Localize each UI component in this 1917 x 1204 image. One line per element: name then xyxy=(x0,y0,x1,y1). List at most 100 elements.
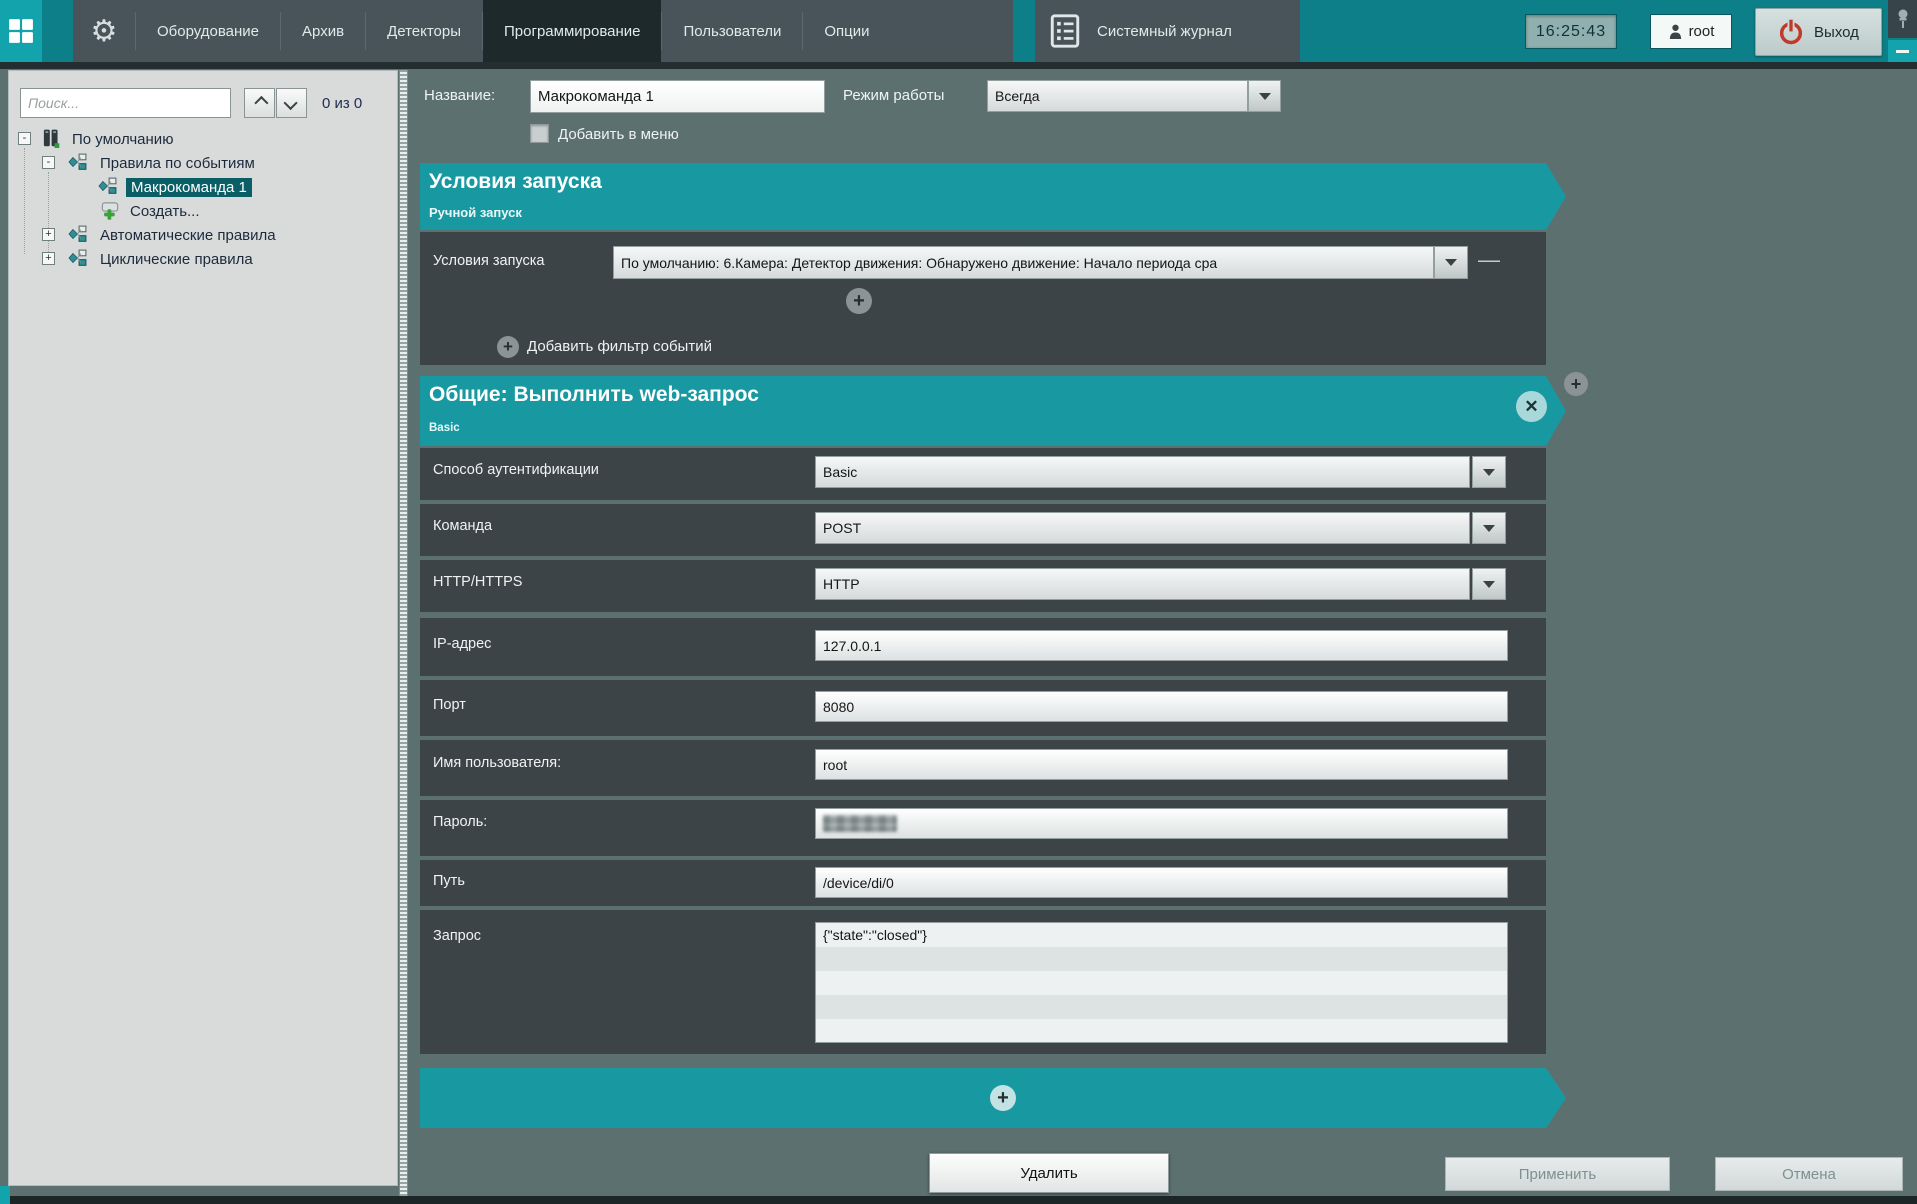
collapse-toggle[interactable]: - xyxy=(42,156,55,169)
password-field[interactable] xyxy=(815,808,1508,839)
add-to-menu-checkbox[interactable] xyxy=(530,124,549,143)
field-label: Способ аутентификации xyxy=(433,462,599,478)
apply-button[interactable]: Применить xyxy=(1445,1157,1670,1191)
field-input[interactable]: /device/di/0 xyxy=(815,867,1508,898)
tree-item-label[interactable]: Автоматические правила xyxy=(100,227,276,244)
work-mode-select[interactable]: Всегда xyxy=(987,80,1248,112)
collapse-panel-button[interactable] xyxy=(1888,40,1917,62)
tree-item-2[interactable]: Правила по событиям xyxy=(100,152,255,174)
tree-item-label[interactable]: Циклические правила xyxy=(100,251,253,268)
tree-guide-line xyxy=(24,148,25,254)
dropdown-arrow-icon xyxy=(1445,259,1457,266)
field-textarea[interactable]: {"state":"closed"} xyxy=(815,922,1508,1043)
tab-2[interactable]: Архив xyxy=(281,0,365,62)
settings-gear-button[interactable]: ⚙ xyxy=(73,0,135,62)
current-user-button[interactable]: root xyxy=(1650,14,1732,49)
launch-conditions-header: Условия запуска Ручной запуск xyxy=(420,163,1566,230)
expand-toggle[interactable]: + xyxy=(42,252,55,265)
form-row-7: Пароль: xyxy=(420,800,1546,856)
form-row-8: Путь/device/di/0 xyxy=(420,860,1546,906)
password-value-redacted xyxy=(823,815,897,832)
system-journal-label: Системный журнал xyxy=(1097,23,1232,40)
launch-conditions-subtitle: Ручной запуск xyxy=(429,205,522,220)
add-event-filter-plus-button[interactable]: + xyxy=(497,336,519,358)
tree-item-6[interactable]: Циклические правила xyxy=(100,248,253,270)
application-window: ⚙ ОборудованиеАрхивДетекторыПрограммиров… xyxy=(0,0,1917,1204)
tree-item-label[interactable]: По умолчанию xyxy=(72,131,173,148)
field-select[interactable]: POST xyxy=(815,512,1470,544)
minus-icon xyxy=(1896,50,1909,53)
tree-item-label[interactable]: Правила по событиям xyxy=(100,155,255,172)
apply-label: Применить xyxy=(1519,1166,1597,1183)
field-input[interactable]: 127.0.0.1 xyxy=(815,630,1508,661)
field-dropdown-button[interactable] xyxy=(1472,512,1506,544)
collapse-toggle[interactable]: - xyxy=(18,132,31,145)
user-icon xyxy=(1668,23,1683,40)
field-dropdown-button[interactable] xyxy=(1472,568,1506,600)
search-result-counter: 0 из 0 xyxy=(322,95,362,112)
journal-icon xyxy=(1049,14,1081,48)
server-icon xyxy=(40,129,62,153)
tab-1[interactable]: Оборудование xyxy=(136,0,280,62)
search-prev-button[interactable] xyxy=(244,88,275,118)
tree-item-3[interactable]: Макрокоманда 1 xyxy=(126,176,252,198)
tab-6[interactable]: Опции xyxy=(803,0,890,62)
launch-conditions-body: Условия запуска По умолчанию: 6.Камера: … xyxy=(420,232,1546,365)
field-value: {"state":"closed"} xyxy=(823,927,927,943)
add-action-block-button[interactable]: + xyxy=(1564,372,1588,396)
action-title: Общие: Выполнить web-запрос xyxy=(429,383,759,407)
cancel-label: Отмена xyxy=(1782,1166,1836,1183)
tree-item-label[interactable]: Создать... xyxy=(130,203,200,220)
launch-condition-select[interactable]: По умолчанию: 6.Камера: Детектор движени… xyxy=(613,246,1434,279)
expand-toggle[interactable]: + xyxy=(42,228,55,241)
logout-button[interactable]: Выход xyxy=(1755,8,1882,56)
system-journal-button[interactable]: Системный журнал xyxy=(1035,0,1300,62)
tree-item-5[interactable]: Автоматические правила xyxy=(100,224,276,246)
tree-item-4[interactable]: Создать... xyxy=(130,200,200,222)
field-label: Команда xyxy=(433,518,492,534)
bottom-left-accent xyxy=(0,1186,10,1204)
field-label: Имя пользователя: xyxy=(433,755,561,771)
current-user-name: root xyxy=(1689,23,1715,40)
field-dropdown-button[interactable] xyxy=(1472,456,1506,488)
tree-item-label[interactable]: Макрокоманда 1 xyxy=(126,178,252,197)
field-input[interactable]: 8080 xyxy=(815,691,1508,722)
add-event-filter-label[interactable]: Добавить фильтр событий xyxy=(527,338,712,355)
work-mode-label: Режим работы xyxy=(843,87,944,104)
remove-condition-button[interactable]: — xyxy=(1478,250,1500,270)
cancel-button[interactable]: Отмена xyxy=(1715,1157,1903,1191)
app-menu-button[interactable] xyxy=(0,0,42,62)
work-mode-dropdown-button[interactable] xyxy=(1248,80,1281,112)
close-action-button[interactable]: ✕ xyxy=(1516,391,1547,422)
add-condition-button[interactable]: + xyxy=(846,288,872,314)
form-row-4: IP-адрес127.0.0.1 xyxy=(420,618,1546,676)
search-input[interactable]: Поиск... xyxy=(20,88,231,118)
pin-panel-button[interactable] xyxy=(1888,0,1917,38)
field-select[interactable]: HTTP xyxy=(815,568,1470,600)
field-value: /device/di/0 xyxy=(823,875,894,891)
tab-4[interactable]: Программирование xyxy=(483,0,661,62)
delete-label: Удалить xyxy=(1020,1165,1077,1182)
form-row-1: Способ аутентификации Basic xyxy=(420,448,1546,500)
add-action-button[interactable]: + xyxy=(990,1085,1016,1111)
field-label: HTTP/HTTPS xyxy=(433,574,522,590)
tab-3[interactable]: Детекторы xyxy=(366,0,482,62)
topbar-shadow-strip xyxy=(0,62,1917,69)
pin-icon xyxy=(1896,8,1910,30)
tab-strip: ОборудованиеАрхивДетекторыПрограммирован… xyxy=(136,0,891,62)
field-input[interactable]: root xyxy=(815,749,1508,780)
tab-5[interactable]: Пользователи xyxy=(662,0,802,62)
clock-value: 16:25:43 xyxy=(1536,23,1606,41)
field-value: Basic xyxy=(823,464,857,480)
field-select[interactable]: Basic xyxy=(815,456,1470,488)
macro-name-input[interactable]: Макрокоманда 1 xyxy=(530,80,825,113)
panel-splitter-handle[interactable] xyxy=(399,70,408,1196)
rule-icon xyxy=(68,225,88,248)
launch-condition-dropdown-button[interactable] xyxy=(1434,246,1468,279)
launch-condition-value: По умолчанию: 6.Камера: Детектор движени… xyxy=(621,255,1217,271)
search-placeholder: Поиск... xyxy=(28,95,79,111)
tree-guide-line xyxy=(48,172,49,258)
delete-button[interactable]: Удалить xyxy=(929,1153,1169,1193)
search-next-button[interactable] xyxy=(276,88,307,118)
tree-item-1[interactable]: По умолчанию xyxy=(72,128,173,150)
